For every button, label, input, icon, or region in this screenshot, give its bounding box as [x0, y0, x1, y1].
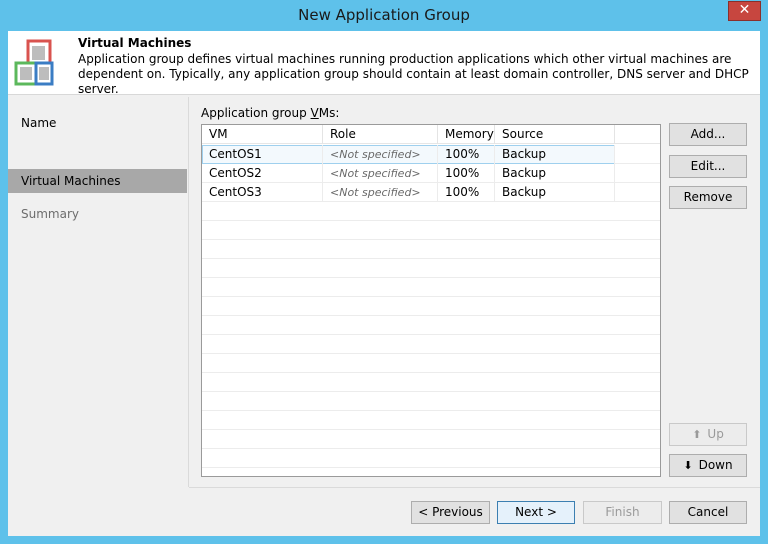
cell-vm: CentOS3: [202, 183, 323, 202]
close-icon: ✕: [738, 2, 751, 18]
empty-row: [202, 202, 660, 221]
cell-source: Backup: [495, 145, 615, 164]
up-button[interactable]: ⬆ Up: [669, 423, 747, 446]
empty-row: [202, 449, 660, 468]
title-bar[interactable]: New Application Group ✕: [0, 0, 768, 31]
table-row[interactable]: CentOS3 <Not specified> 100% Backup: [202, 183, 660, 202]
column-source[interactable]: Source: [495, 125, 615, 144]
empty-row: [202, 392, 660, 411]
cell-memory: 100%: [438, 164, 495, 183]
application-group-icon: [14, 39, 54, 86]
sidebar-divider: [188, 97, 189, 487]
finish-button[interactable]: Finish: [583, 501, 662, 524]
vm-table[interactable]: VM Role Memory Source CentOS1 <Not speci…: [201, 124, 661, 477]
dialog-window: New Application Group ✕ Virtual Machines…: [0, 0, 768, 544]
dialog-body: Virtual Machines Application group defin…: [8, 31, 760, 536]
empty-row: [202, 221, 660, 240]
empty-row: [202, 297, 660, 316]
empty-row: [202, 316, 660, 335]
empty-row: [202, 259, 660, 278]
cell-source: Backup: [495, 164, 615, 183]
cell-memory: 100%: [438, 145, 495, 164]
cell-memory: 100%: [438, 183, 495, 202]
footer-divider: [189, 487, 760, 488]
next-button[interactable]: Next >: [497, 501, 575, 524]
vm-list-label: Application group VMs:: [201, 106, 340, 120]
table-row[interactable]: CentOS2 <Not specified> 100% Backup: [202, 164, 660, 183]
empty-row: [202, 278, 660, 297]
up-button-label: Up: [707, 427, 724, 441]
remove-button[interactable]: Remove: [669, 186, 747, 209]
down-button[interactable]: ⬇ Down: [669, 454, 747, 477]
cell-role: <Not specified>: [323, 145, 438, 164]
cell-role: <Not specified>: [323, 183, 438, 202]
close-button[interactable]: ✕: [728, 1, 761, 21]
empty-row: [202, 373, 660, 392]
down-button-label: Down: [698, 458, 733, 472]
table-row[interactable]: CentOS1 <Not specified> 100% Backup: [202, 145, 660, 164]
cell-vm: CentOS2: [202, 164, 323, 183]
arrow-up-icon: ⬆: [692, 428, 702, 441]
empty-row: [202, 411, 660, 430]
step-virtual-machines[interactable]: Virtual Machines: [8, 169, 187, 193]
empty-row: [202, 430, 660, 449]
column-vm[interactable]: VM: [202, 125, 323, 144]
step-name[interactable]: Name: [8, 111, 187, 135]
wizard-header: Virtual Machines Application group defin…: [8, 31, 760, 96]
cancel-button[interactable]: Cancel: [669, 501, 747, 524]
cell-role: <Not specified>: [323, 164, 438, 183]
cell-vm: CentOS1: [202, 145, 323, 164]
window-title: New Application Group: [298, 6, 470, 24]
add-button[interactable]: Add...: [669, 123, 747, 146]
step-description: Application group defines virtual machin…: [78, 52, 749, 96]
step-title: Virtual Machines: [78, 36, 192, 50]
arrow-down-icon: ⬇: [683, 459, 693, 472]
column-memory[interactable]: Memory: [438, 125, 495, 144]
previous-button[interactable]: < Previous: [411, 501, 490, 524]
wizard-steps: Name Virtual Machines Summary: [8, 97, 188, 487]
empty-row: [202, 354, 660, 373]
cell-source: Backup: [495, 183, 615, 202]
empty-row: [202, 240, 660, 259]
vm-table-header: VM Role Memory Source: [202, 125, 660, 144]
empty-row: [202, 335, 660, 354]
column-role[interactable]: Role: [323, 125, 438, 144]
edit-button[interactable]: Edit...: [669, 155, 747, 178]
step-summary: Summary: [21, 207, 79, 221]
